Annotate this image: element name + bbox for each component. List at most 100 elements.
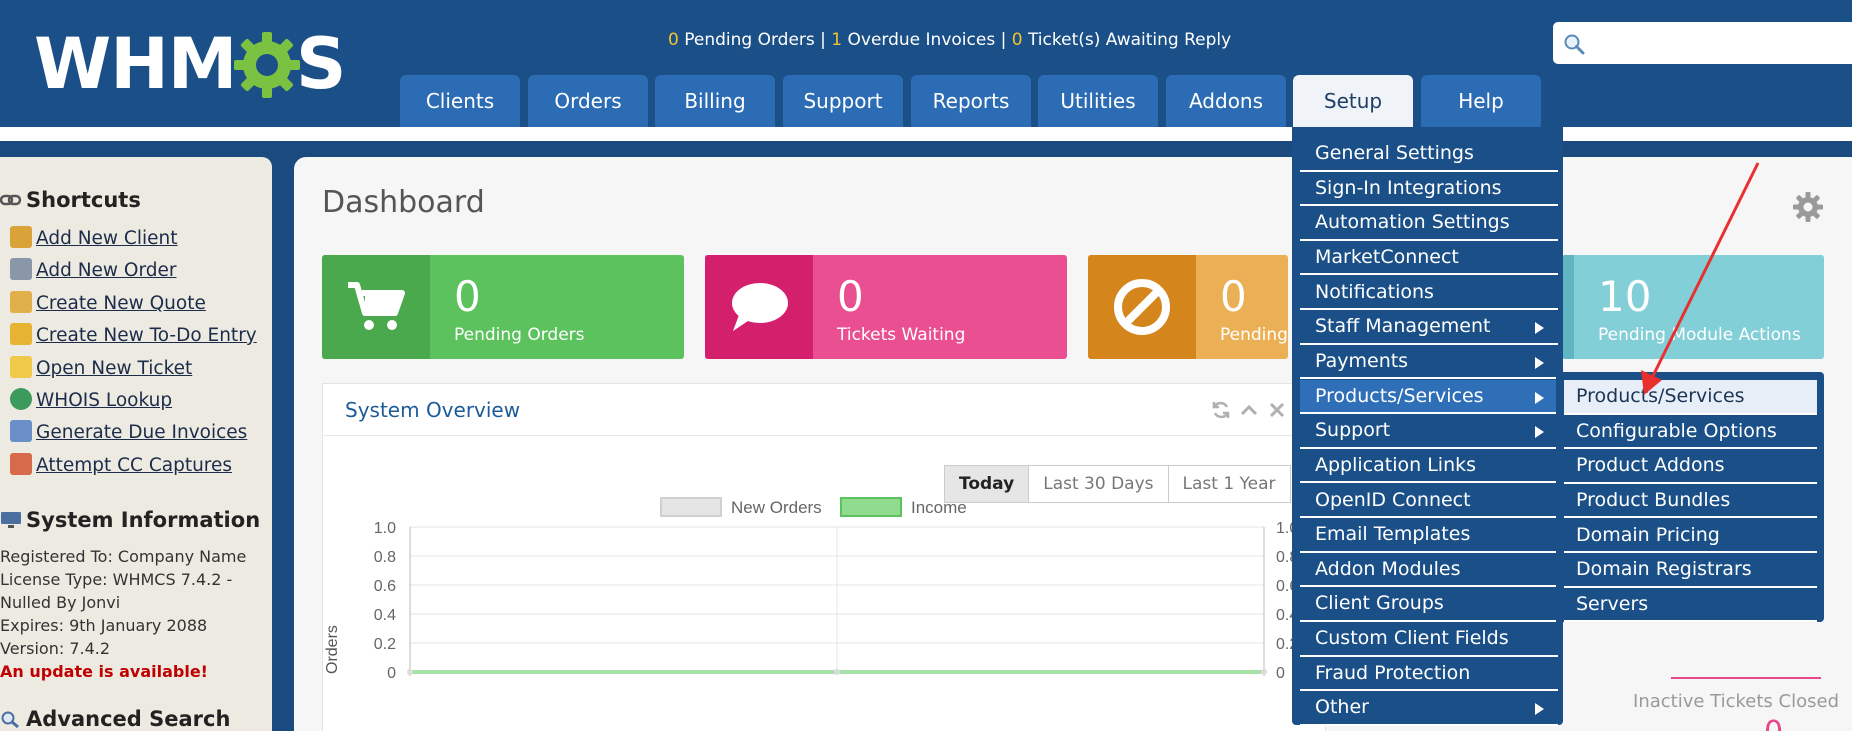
update-notice[interactable]: An update is available!: [0, 662, 208, 681]
menu-item-sign-in-integrations[interactable]: Sign-In Integrations: [1300, 172, 1558, 207]
cart-icon: [10, 258, 32, 280]
menu-item-fraud-protection[interactable]: Fraud Protection: [1300, 657, 1558, 692]
menu-item-automation-settings[interactable]: Automation Settings: [1300, 206, 1558, 241]
stat-icon-box: [322, 255, 430, 359]
legend-swatch: [660, 497, 722, 517]
shortcut-open-new-ticket[interactable]: Open New Ticket: [10, 356, 192, 384]
menu-item-other[interactable]: Other: [1300, 691, 1558, 726]
shortcut-add-new-client[interactable]: Add New Client: [10, 226, 178, 254]
menu-item-support[interactable]: Support: [1300, 414, 1558, 449]
y2-tick-label: 0: [1276, 665, 1285, 682]
stat-value: 0: [1220, 272, 1247, 321]
menu-item-label: Fraud Protection: [1315, 661, 1471, 684]
search-input[interactable]: [1591, 28, 1841, 58]
search-icon: [1564, 34, 1585, 55]
stat-pending-orders[interactable]: 0 Pending Orders: [322, 255, 684, 359]
menu-item-label: Addon Modules: [1315, 557, 1461, 580]
submenu-item-domain-pricing[interactable]: Domain Pricing: [1564, 519, 1817, 554]
tab-reports[interactable]: Reports: [911, 75, 1031, 127]
shortcut-label: Create New Quote: [36, 293, 206, 314]
license-type: License Type: WHMCS 7.4.2 -: [0, 570, 233, 589]
logo-text-right: S: [296, 23, 346, 105]
logo-text-left: WHM: [34, 23, 237, 105]
link-icon: [0, 194, 22, 206]
tab-orders[interactable]: Orders: [528, 75, 648, 127]
y-tick-label: 0.2: [374, 636, 396, 653]
shortcut-label: Add New Order: [36, 260, 177, 281]
search-icon: [1, 711, 19, 728]
menu-item-application-links[interactable]: Application Links: [1300, 449, 1558, 484]
monitor-icon: [1, 512, 21, 528]
submenu-item-servers[interactable]: Servers: [1564, 588, 1817, 623]
shortcut-add-new-order[interactable]: Add New Order: [10, 258, 177, 286]
stat-pending-module-actions[interactable]: 10 Pending Module Actions: [1562, 255, 1824, 359]
y-tick-label: 0.6: [374, 578, 396, 595]
menu-item-marketconnect[interactable]: MarketConnect: [1300, 241, 1558, 276]
header-divider: [0, 127, 1852, 141]
legend-label: New Orders: [731, 498, 822, 517]
menu-item-custom-client-fields[interactable]: Custom Client Fields: [1300, 622, 1558, 657]
submenu-item-product-addons[interactable]: Product Addons: [1564, 449, 1817, 484]
menu-item-label: Payments: [1315, 349, 1409, 372]
menu-item-addon-modules[interactable]: Addon Modules: [1300, 553, 1558, 588]
gear-icon[interactable]: [1792, 191, 1824, 223]
stat-tickets-waiting[interactable]: 0 Tickets Waiting: [705, 255, 1067, 359]
shortcut-generate-due-invoices[interactable]: Generate Due Invoices: [10, 420, 247, 448]
shortcut-attempt-cc-captures[interactable]: Attempt CC Captures: [10, 453, 232, 481]
submenu-item-product-bundles[interactable]: Product Bundles: [1564, 484, 1817, 519]
menu-item-notifications[interactable]: Notifications: [1300, 276, 1558, 311]
shortcut-label: Create New To-Do Entry: [36, 325, 257, 346]
stat-icon-box: [1562, 255, 1574, 359]
products-services-submenu: Products/Services Configurable Options Pro…: [1556, 372, 1824, 623]
shortcut-create-new-todo[interactable]: Create New To-Do Entry: [10, 323, 257, 351]
chevron-right-icon: [1535, 703, 1544, 716]
chevron-right-icon: [1535, 426, 1544, 439]
stat-value: 0: [837, 272, 864, 321]
submenu-item-products-services[interactable]: Products/Services: [1564, 380, 1817, 415]
menu-item-staff-management[interactable]: Staff Management: [1300, 310, 1558, 345]
logo-gear-icon: [234, 32, 300, 98]
tab-utilities[interactable]: Utilities: [1038, 75, 1158, 127]
pending-orders-link[interactable]: Pending Orders |: [679, 30, 831, 50]
whmcs-logo[interactable]: WHM S: [34, 16, 346, 106]
tab-billing[interactable]: Billing: [655, 75, 775, 127]
tickets-count[interactable]: 0: [1012, 30, 1023, 50]
menu-item-products-services[interactable]: Products/Services: [1300, 379, 1558, 415]
pending-orders-count[interactable]: 0: [668, 30, 679, 50]
stat-label: Pending Module Actions: [1598, 325, 1801, 345]
tab-clients[interactable]: Clients: [400, 75, 520, 127]
menu-item-label: Application Links: [1315, 453, 1477, 476]
tickets-closed-bar: [1671, 677, 1821, 679]
stat-value: 10: [1598, 272, 1652, 321]
speech-bubble-icon: [732, 283, 788, 331]
legend-label: Income: [911, 498, 967, 517]
tab-help[interactable]: Help: [1421, 75, 1541, 127]
submenu-item-domain-registrars[interactable]: Domain Registrars: [1564, 553, 1817, 588]
registered-to: Registered To: Company Name: [0, 547, 247, 566]
tab-support[interactable]: Support: [783, 75, 903, 127]
y-tick-label: 0: [387, 665, 396, 682]
y-tick-label: 0.8: [374, 549, 396, 566]
menu-item-payments[interactable]: Payments: [1300, 345, 1558, 380]
users-icon: [10, 226, 32, 248]
tickets-closed-value: 0: [1764, 715, 1783, 731]
menu-item-label: MarketConnect: [1315, 245, 1459, 268]
shortcut-label: Generate Due Invoices: [36, 422, 248, 443]
menu-item-general-settings[interactable]: General Settings: [1300, 137, 1558, 172]
overdue-invoices-link[interactable]: Overdue Invoices |: [842, 30, 1012, 50]
menu-item-openid-connect[interactable]: OpenID Connect: [1300, 484, 1558, 518]
stat-pending-cancellations[interactable]: 0 Pending C: [1088, 255, 1288, 359]
overdue-invoices-count[interactable]: 1: [831, 30, 842, 50]
stat-icon-box: [1088, 255, 1196, 359]
tab-addons[interactable]: Addons: [1166, 75, 1286, 127]
menu-item-client-groups[interactable]: Client Groups: [1300, 587, 1558, 622]
menu-item-label: Staff Management: [1315, 315, 1491, 338]
menu-item-email-templates[interactable]: Email Templates: [1300, 518, 1558, 553]
advanced-search-title: Advanced Search: [26, 707, 231, 731]
shortcut-create-new-quote[interactable]: Create New Quote: [10, 291, 206, 319]
tickets-awaiting-link[interactable]: Ticket(s) Awaiting Reply: [1023, 30, 1231, 50]
shortcut-whois-lookup[interactable]: WHOIS Lookup: [10, 388, 172, 416]
tab-setup[interactable]: Setup: [1293, 75, 1413, 127]
menu-item-label: Sign-In Integrations: [1315, 176, 1502, 199]
submenu-item-configurable-options[interactable]: Configurable Options: [1564, 415, 1817, 450]
